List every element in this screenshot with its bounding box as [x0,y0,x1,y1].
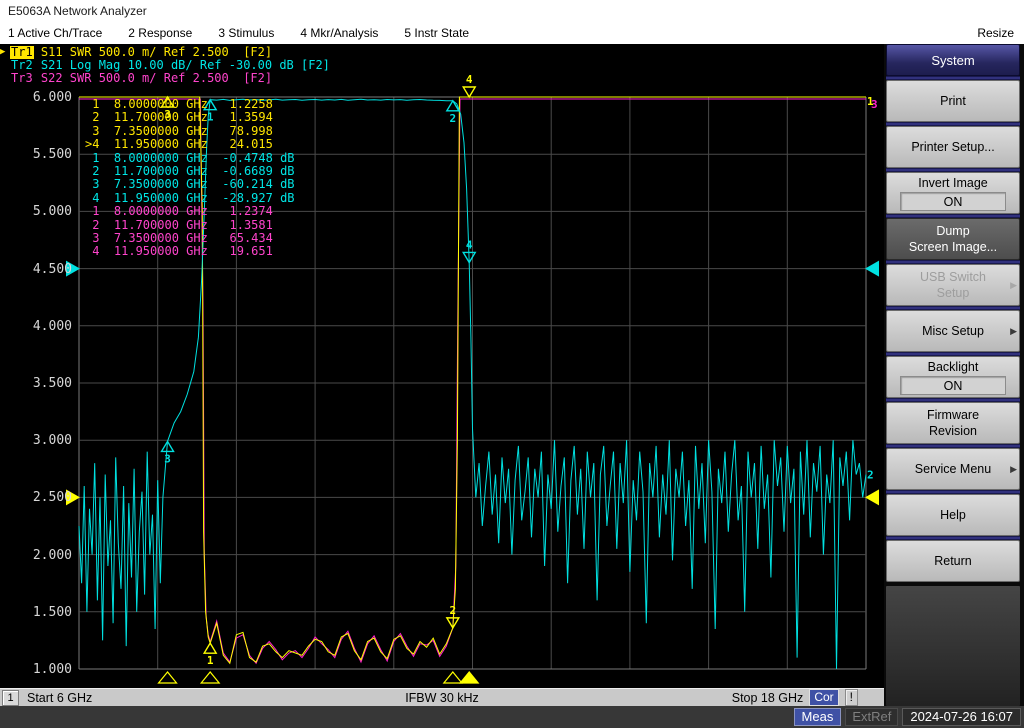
marker-table-row: 4 11.950000 GHz -28.927 dB [85,192,295,205]
softkey-state-toggle[interactable]: ON [900,192,1006,211]
softkey-dump[interactable]: DumpScreen Image... [886,218,1020,260]
softkey-label-line2: Setup [937,285,970,301]
softkey-service-menu[interactable]: Service Menu ▶ [886,448,1020,490]
status-bar: 1 Start 6 GHz IFBW 30 kHz Stop 18 GHz Co… [0,688,884,706]
menu-item-2[interactable]: 2 Response [128,26,192,40]
marker-4-number: 4 [466,238,473,251]
marker-stimulus-indicator [201,672,219,683]
softkey-misc-setup[interactable]: Misc Setup ▶ [886,310,1020,352]
softkey-label: Invert Image [918,175,987,191]
y-axis-label: 5.500 [12,148,72,161]
window-title-bar: E5063A Network Analyzer [0,0,1024,22]
menu-item-4[interactable]: 4 Mkr/Analysis [300,26,378,40]
softkey-label: Help [940,507,966,523]
marker-table-row: >4 11.950000 GHz 24.015 [85,138,295,151]
softkey-label: USB Switch [920,269,986,285]
marker-table-row: 3 7.3500000 GHz 65.434 [85,232,295,245]
datetime-display: 2024-07-26 16:07 [902,708,1021,726]
meas-status-badge: Meas [794,708,842,726]
instrument-status-bar: Meas ExtRef 2024-07-26 16:07 [0,706,1024,728]
softkey-return[interactable]: Return [886,540,1020,582]
marker-2-number: 2 [450,112,457,125]
submenu-arrow-icon: ▶ [1010,277,1017,293]
menu-item-3[interactable]: 3 Stimulus [218,26,274,40]
softkey-label-line2: Revision [929,423,977,439]
marker-table-row: 2 11.700000 GHz 1.3594 [85,111,295,124]
y-axis-label: 6.000 [12,91,72,104]
marker-table-row: 2 11.700000 GHz -0.6689 dB [85,165,295,178]
active-marker-stimulus-indicator [460,672,478,683]
reference-level-arrow-right [865,489,879,505]
softkey-label-line2: Screen Image... [909,239,997,255]
submenu-arrow-icon: ▶ [1010,461,1017,477]
marker-table-row: 3 7.3500000 GHz 78.998 [85,125,295,138]
softkey-menu-title: System [886,44,1020,76]
marker-table-row: 4 11.950000 GHz 19.651 [85,245,295,258]
softkey-menu-filler [886,586,1020,706]
y-axis-label: 4.000 [12,320,72,333]
y-axis-label: 1.500 [12,606,72,619]
softkey-label: Backlight [928,359,979,375]
reference-level-arrow-right [865,261,879,277]
marker-table-row: 1 8.0000000 GHz 1.2258 [85,98,295,111]
menu-bar: 1 Active Ch/Trace 2 Response 3 Stimulus 4 M… [0,22,1024,44]
marker-table-row: 1 8.0000000 GHz 1.2374 [85,205,295,218]
softkey-invert-image[interactable]: Invert ImageON [886,172,1020,214]
trace-id: Tr3 [10,72,34,85]
y-axis-label: 1.000 [12,663,72,676]
active-trace-arrow-icon: ▶ [0,46,10,59]
softkey-print[interactable]: Print [886,80,1020,122]
softkey-label: Return [934,553,972,569]
trace-end-label-3: 3 [871,98,878,111]
y-axis-label: 3.500 [12,377,72,390]
softkey-label: Service Menu [915,461,991,477]
marker-3-number: 3 [164,452,171,465]
softkey-help[interactable]: Help [886,494,1020,536]
marker-4-number: 4 [466,73,473,86]
softkey-label: Print [940,93,966,109]
marker-table-row: 1 8.0000000 GHz -0.4748 dB [85,152,295,165]
marker-stimulus-indicator [444,672,462,683]
softkey-label: Dump [936,223,969,239]
ifbw-value: IFBW 30 kHz [0,691,884,705]
trace-format-label: S22 SWR 500.0 m/ Ref 2.500 [F2] [34,72,272,85]
softkey-firmware[interactable]: FirmwareRevision [886,402,1020,444]
trace-info-tr3[interactable]: Tr3 S22 SWR 500.0 m/ Ref 2.500 [F2] [0,72,272,85]
softkey-state-toggle[interactable]: ON [900,376,1006,395]
analyzer-display: 12341234132 ▶Tr1 S11 SWR 500.0 m/ Ref 2.… [0,44,884,688]
trace-end-label-2: 2 [867,469,874,482]
marker-table-row: 2 11.700000 GHz 1.3581 [85,219,295,232]
marker-stimulus-indicator [159,672,177,683]
y-axis-label: 2.500 [12,491,72,504]
marker-table-row: 3 7.3500000 GHz -60.214 dB [85,178,295,191]
extref-status-badge: ExtRef [845,708,898,726]
submenu-arrow-icon: ▶ [1010,323,1017,339]
marker-2-number: 2 [450,604,457,617]
window-title: E5063A Network Analyzer [8,4,147,18]
softkey-label: Printer Setup... [911,139,994,155]
resize-button[interactable]: Resize [977,26,1014,40]
softkey-backlight[interactable]: BacklightON [886,356,1020,398]
y-axis-label: 2.000 [12,549,72,562]
menu-item-1[interactable]: 1 Active Ch/Trace [8,26,102,40]
y-axis-label: 5.000 [12,205,72,218]
marker-1-number: 1 [207,654,214,667]
y-axis-label: 4.500 [12,263,72,276]
softkey-usb-switch: USB SwitchSetup ▶ [886,264,1020,306]
softkey-label: Firmware [927,407,979,423]
softkey-menu: System Print Printer Setup... Invert Image… [884,44,1024,706]
softkey-printer-setup[interactable]: Printer Setup... [886,126,1020,168]
menu-item-5[interactable]: 5 Instr State [404,26,469,40]
softkey-label: Misc Setup [922,323,984,339]
y-axis-label: 3.000 [12,434,72,447]
marker-table: 1 8.0000000 GHz 1.2258 2 11.700000 GHz 1… [85,98,295,259]
marker-4-glyph [463,87,475,97]
